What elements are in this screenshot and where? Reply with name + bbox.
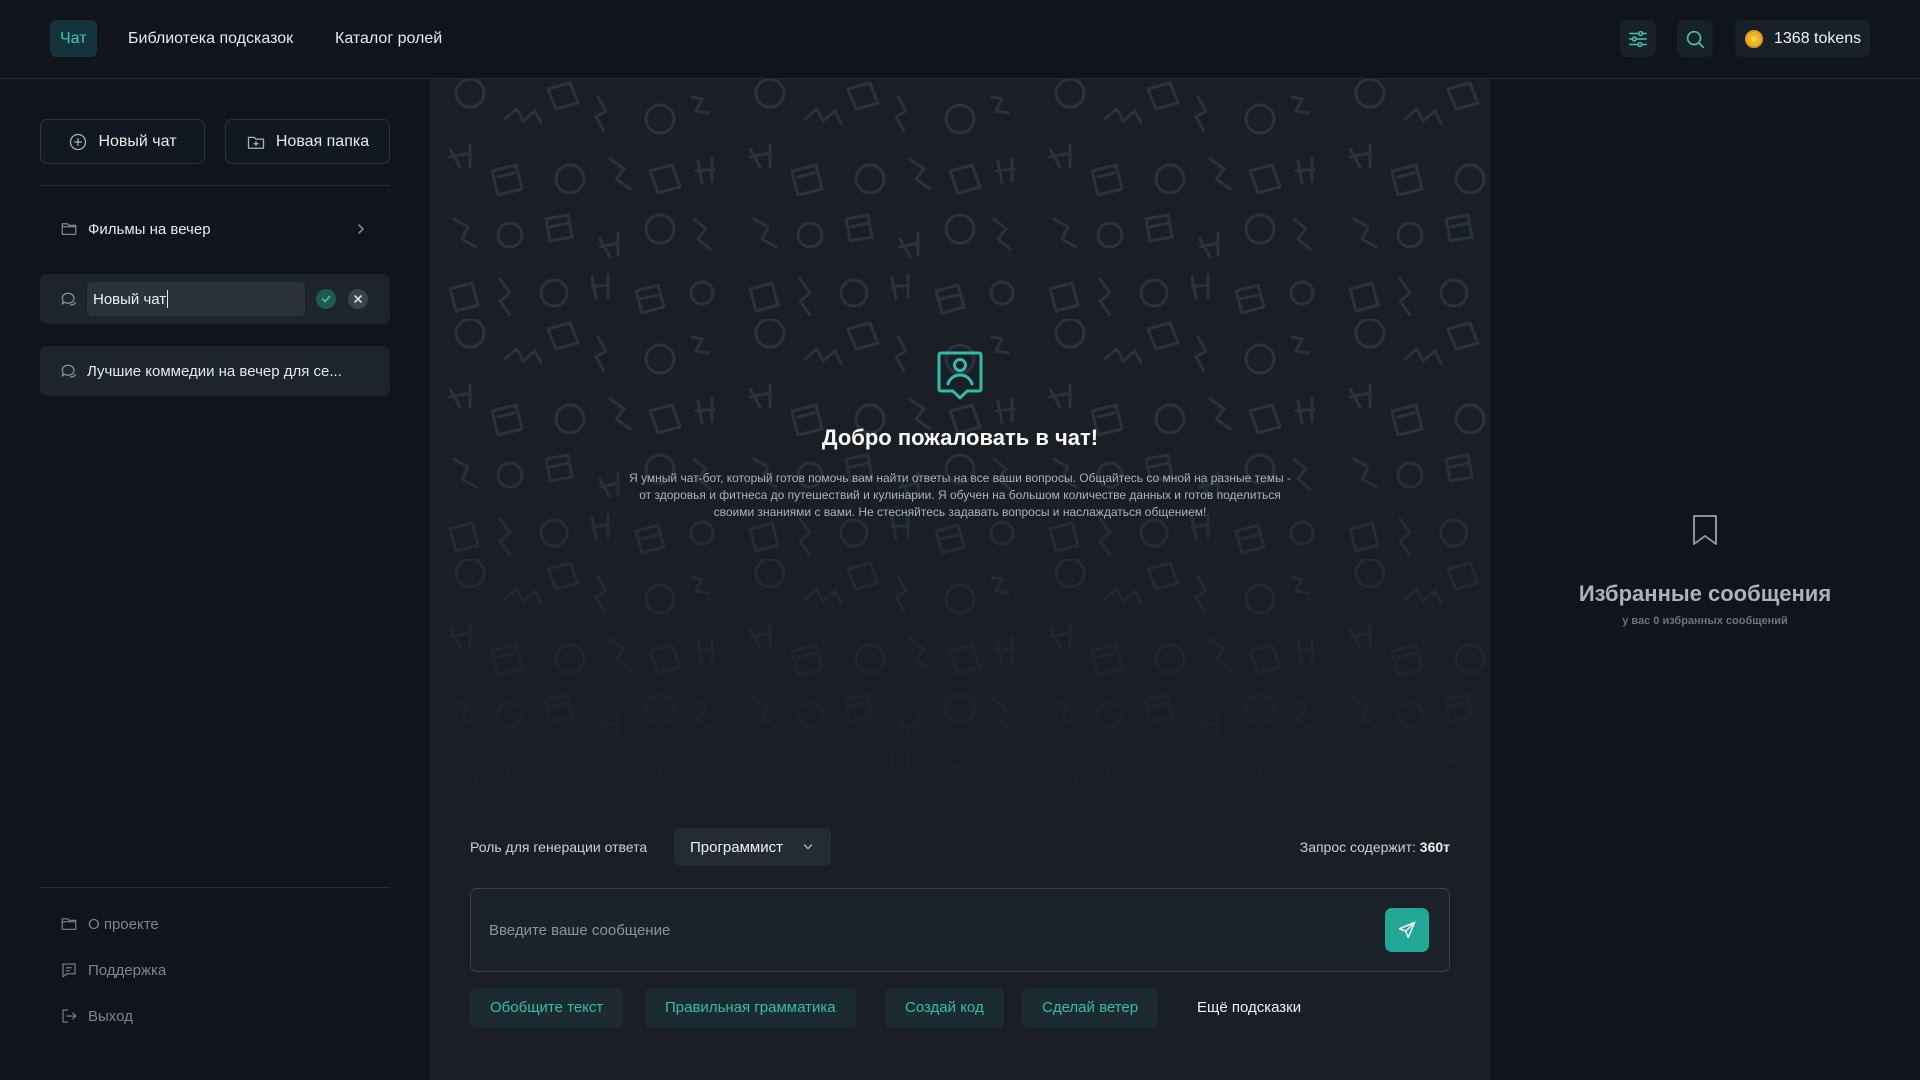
prompt-chip-grammar[interactable]: Правильная грамматика <box>645 988 856 1028</box>
request-size-value: 360т <box>1419 839 1450 855</box>
sidebar: Новый чат Новая папка Фильмы на вечер Но… <box>0 79 430 1080</box>
folder-plus-icon <box>247 136 264 149</box>
role-label: Роль для генерации ответа <box>470 839 648 855</box>
request-size-info: Запрос содержит: 360т <box>1300 839 1450 855</box>
chat-item-label: Лучшие коммедии на вечер для се... <box>87 362 342 380</box>
tab-chat[interactable]: Чат <box>50 20 97 57</box>
favorites-title: Избранные сообщения <box>1578 581 1832 606</box>
logout-label: Выход <box>88 1007 133 1025</box>
settings-button[interactable] <box>1620 20 1656 57</box>
tokens-balance[interactable]: 1368 tokens <box>1735 20 1870 57</box>
prompt-chip-summarize[interactable]: Обобщите текст <box>470 988 624 1028</box>
request-size-prefix: Запрос содержит: <box>1299 839 1416 855</box>
favorites-subtitle: у вас 0 избранных сообщений <box>1622 615 1788 627</box>
prompt-chip-wind[interactable]: Сделай ветер <box>1022 988 1159 1028</box>
new-chat-label: Новый чат <box>98 132 177 150</box>
folder-label: Фильмы на вечер <box>88 220 211 238</box>
send-icon <box>1398 921 1416 939</box>
chat-rename-input[interactable]: Новый чат <box>87 282 305 316</box>
chat-bubble-icon <box>61 292 77 306</box>
message-box <box>470 888 1450 972</box>
close-icon <box>354 295 362 303</box>
welcome-description: Я умный чат-бот, который готов помочь ва… <box>629 471 1291 519</box>
prompt-chip-code[interactable]: Создай код <box>885 988 1004 1028</box>
chat-item[interactable]: Лучшие коммедии на вечер для се... <box>40 346 390 396</box>
coin-icon <box>1745 29 1763 48</box>
new-folder-button[interactable]: Новая папка <box>225 119 390 164</box>
logout-link[interactable]: Выход <box>60 1004 133 1028</box>
chat-rename-value: Новый чат <box>93 290 167 308</box>
folder-item[interactable]: Фильмы на вечер <box>40 209 390 249</box>
send-button[interactable] <box>1385 908 1429 952</box>
message-input[interactable] <box>489 889 1369 971</box>
welcome-title: Добро пожаловать в чат! <box>821 425 1099 450</box>
about-project-link[interactable]: О проекте <box>60 912 159 936</box>
more-prompts-link[interactable]: Ещё подсказки <box>1197 988 1301 1028</box>
new-chat-button[interactable]: Новый чат <box>40 119 205 164</box>
search-button[interactable] <box>1677 20 1713 57</box>
role-select[interactable]: Программист <box>674 828 831 866</box>
support-link[interactable]: Поддержка <box>60 958 166 982</box>
folder-icon <box>61 223 77 235</box>
tokens-label: 1368 tokens <box>1774 29 1862 47</box>
text-caret <box>167 290 169 308</box>
confirm-rename-button[interactable] <box>316 289 336 309</box>
chat-main: Добро пожаловать в чат! Я умный чат-бот,… <box>430 79 1490 1080</box>
chat-item-editing[interactable]: Новый чат <box>40 274 390 324</box>
chat-bubble-icon <box>61 364 77 378</box>
cancel-rename-button[interactable] <box>348 289 368 309</box>
support-label: Поддержка <box>88 961 167 979</box>
favorites-panel: Избранные сообщения у вас 0 избранных со… <box>1490 79 1920 1080</box>
tab-role-catalog[interactable]: Каталог ролей <box>325 20 452 57</box>
divider <box>40 887 390 888</box>
folder-icon <box>61 918 77 930</box>
chevron-right-icon <box>358 224 365 234</box>
logout-icon <box>62 1009 77 1023</box>
divider <box>40 185 390 186</box>
plus-circle-icon <box>70 133 87 150</box>
top-bar: Чат Библиотека подсказок Каталог ролей 1… <box>0 0 1920 79</box>
chat-assistant-icon <box>937 351 983 400</box>
role-select-value: Программист <box>690 838 783 856</box>
tab-prompt-library[interactable]: Библиотека подсказок <box>118 20 303 57</box>
support-icon <box>62 963 76 978</box>
search-icon <box>1686 30 1705 48</box>
bookmark-icon <box>1693 515 1717 545</box>
check-icon <box>321 295 331 303</box>
chevron-down-icon <box>803 844 813 850</box>
settings-sliders-icon <box>1629 30 1647 47</box>
about-project-label: О проекте <box>88 915 159 933</box>
new-folder-label: Новая папка <box>275 132 370 150</box>
